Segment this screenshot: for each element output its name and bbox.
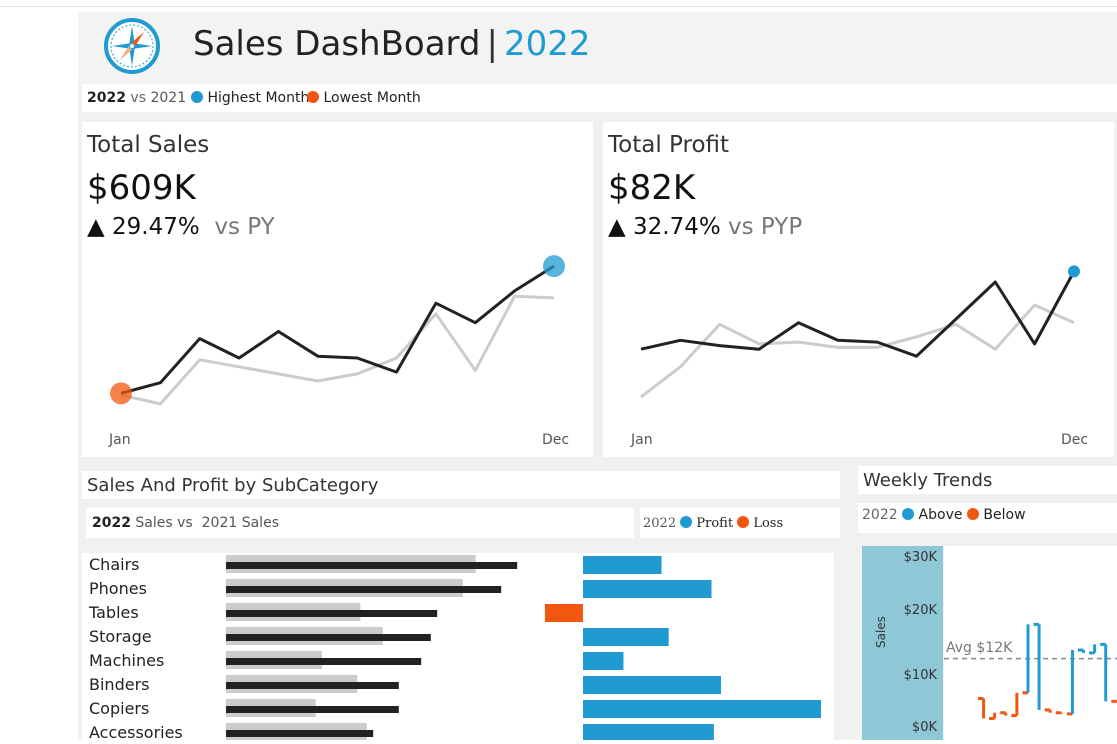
- subcategory-section-title: Sales And Profit by SubCategory: [82, 471, 840, 499]
- profit-bar[interactable]: [583, 556, 662, 574]
- sales-2022-bar[interactable]: [226, 658, 422, 665]
- page-title: Sales DashBoard | 2022: [193, 24, 591, 64]
- total-profit-line-chart[interactable]: [603, 122, 1114, 457]
- weekly-average-label: Avg $12K: [946, 640, 1012, 656]
- profit-bar[interactable]: [583, 652, 624, 670]
- profit-legend-profit[interactable]: Profit: [696, 516, 733, 531]
- sales-legend-cy-suffix: Sales vs: [135, 515, 193, 531]
- profit-bar[interactable]: [583, 628, 669, 646]
- weekly-legend-text: 2022 Above Below: [862, 507, 1026, 523]
- sales-2022-bar[interactable]: [226, 610, 438, 617]
- sales-x-end-label: Dec: [542, 432, 570, 448]
- sales-legend-text: 2022 Sales vs 2021 Sales: [92, 515, 279, 531]
- sales-legend-cy: 2022: [92, 515, 131, 531]
- sales-lowest-month-marker[interactable]: [110, 382, 132, 405]
- loss-bar[interactable]: [544, 604, 583, 622]
- weekly-y-tick: $30K: [903, 550, 937, 565]
- profit-x-start-label: Jan: [631, 432, 653, 448]
- profit-2022-line: [640, 270, 1076, 358]
- sales-legend-py-suffix: Sales: [241, 515, 279, 531]
- loss-dot-icon: [737, 516, 750, 528]
- weekly-y-tick: $20K: [903, 603, 937, 618]
- subcategory-bars-panel[interactable]: Chairs Phones Tables Storage Machines Binders…: [82, 553, 834, 742]
- legend-prior-year: 2021: [150, 90, 187, 106]
- profit-legend: 2022 Profit Loss: [640, 508, 840, 538]
- total-sales-card[interactable]: Total Sales $609K ▲ 29.47% vs PY Jan Dec: [82, 122, 593, 457]
- profit-2021-line: [640, 303, 1075, 399]
- legend-lowest[interactable]: Lowest Month: [307, 90, 421, 106]
- weekly-legend-year: 2022: [862, 507, 898, 523]
- sales-2022-bar[interactable]: [226, 730, 374, 737]
- sales-2022-bar[interactable]: [226, 634, 431, 641]
- weekly-y-ticks-band: $30K $20K $10K $0K: [898, 546, 943, 740]
- weekly-section-title: Weekly Trends: [858, 466, 1117, 494]
- sales-legend: 2022 Sales vs 2021 Sales: [86, 508, 634, 538]
- sales-2022-bar[interactable]: [226, 682, 399, 689]
- weekly-legend: 2022 Above Below: [858, 503, 1117, 533]
- profit-x-end-label: Dec: [1061, 432, 1089, 448]
- legend-highest[interactable]: Highest Month: [191, 90, 309, 106]
- weekly-legend-below[interactable]: Below: [983, 507, 1025, 523]
- sales-legend-py: 2021: [201, 515, 238, 531]
- weekly-y-axis-title: Sales: [874, 616, 888, 648]
- lowest-dot-icon: [307, 91, 319, 103]
- top-divider: [0, 6, 1117, 7]
- weekly-y-tick: $10K: [903, 668, 937, 683]
- profit-legend-year: 2022: [643, 516, 677, 531]
- avg-value: $12K: [976, 639, 1013, 656]
- profit-legend-text: 2022 Profit Loss: [643, 516, 783, 531]
- legend-current-year: 2022: [87, 90, 126, 106]
- total-sales-line-chart[interactable]: [82, 122, 593, 457]
- profit-bar[interactable]: [583, 700, 821, 718]
- above-dot-icon: [902, 508, 915, 520]
- profit-legend-loss[interactable]: Loss: [753, 516, 783, 531]
- profit-bar[interactable]: [583, 676, 722, 694]
- legend-lowest-label: Lowest Month: [323, 90, 421, 106]
- subcategory-title-text: Sales And Profit by SubCategory: [87, 475, 379, 496]
- weekly-y-tick: $0K: [911, 720, 937, 735]
- below-dot-icon: [966, 508, 979, 520]
- weekly-plot-area[interactable]: Avg $12K: [944, 546, 1117, 740]
- sales-2022-bar[interactable]: [226, 562, 518, 569]
- title-year: 2022: [503, 24, 591, 64]
- legend-vs: vs: [130, 90, 147, 106]
- sales-2022-bar[interactable]: [226, 586, 502, 593]
- profit-bar[interactable]: [583, 580, 712, 598]
- profit-dot-icon: [680, 516, 693, 528]
- title-text: Sales DashBoard: [193, 24, 481, 64]
- sales-2022-bar[interactable]: [226, 706, 399, 713]
- weekly-legend-above[interactable]: Above: [919, 507, 963, 523]
- total-profit-card[interactable]: Total Profit $82K ▲ 32.74% vs PYP Jan De…: [603, 122, 1114, 457]
- title-separator: |: [486, 24, 498, 64]
- legend-highest-label: Highest Month: [207, 90, 310, 106]
- compass-icon: [104, 18, 160, 74]
- sales-highest-month-marker[interactable]: [543, 255, 565, 278]
- profit-bar[interactable]: [583, 724, 714, 740]
- profit-highest-month-marker[interactable]: [1068, 265, 1080, 278]
- subcategory-bar-chart[interactable]: [82, 553, 834, 740]
- legend-comparison: 2022 vs 2021: [87, 90, 186, 106]
- sales-x-start-label: Jan: [109, 432, 131, 448]
- highest-dot-icon: [191, 91, 203, 103]
- avg-label: Avg: [946, 639, 972, 656]
- weekly-title-text: Weekly Trends: [863, 470, 993, 491]
- legend-bar: 2022 vs 2021 Highest Month Lowest Month: [82, 84, 1117, 112]
